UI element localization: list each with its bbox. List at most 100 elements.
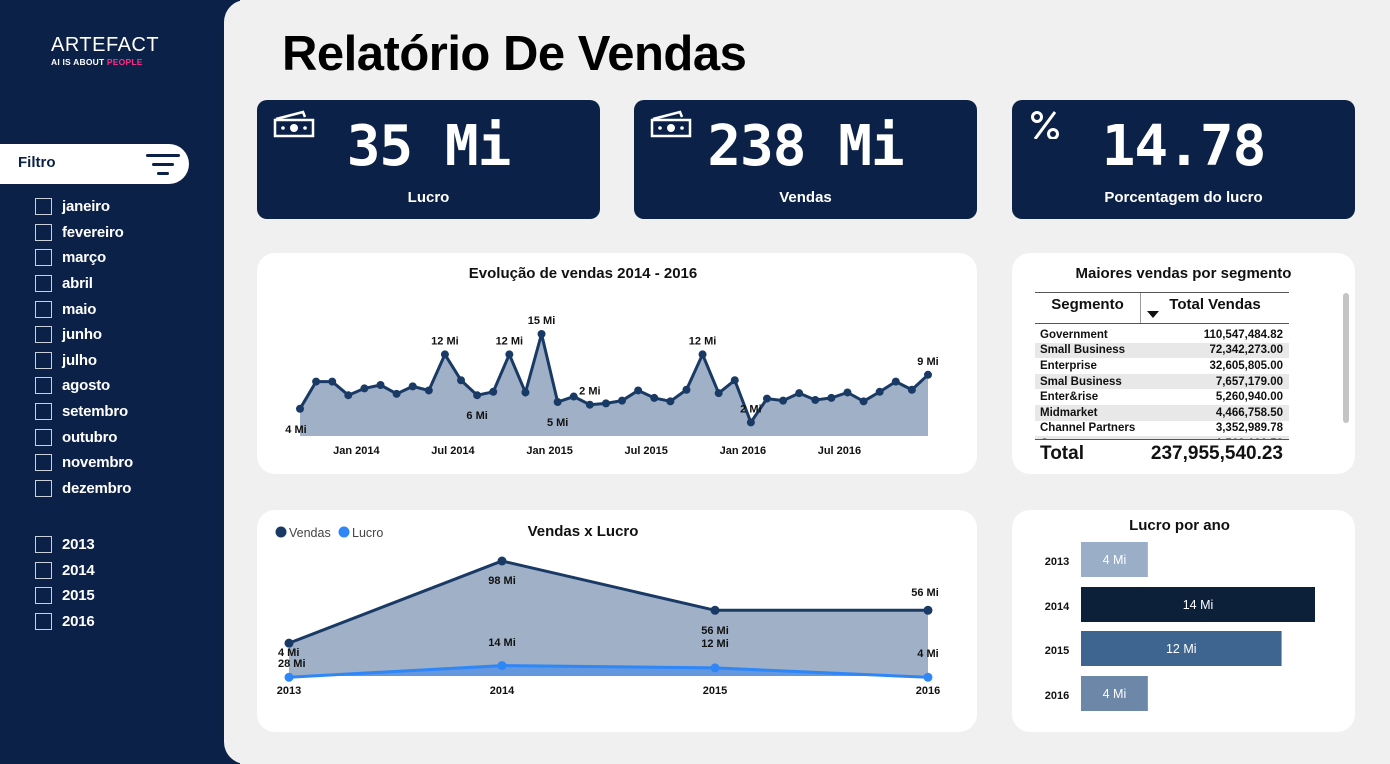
filter-option-maio[interactable]: maio xyxy=(35,296,133,322)
filter-option-janeiro[interactable]: janeiro xyxy=(35,194,133,220)
filter-option-label: agosto xyxy=(62,377,110,395)
kpi-porcentagem: 14.78 Porcentagem do lucro xyxy=(1012,100,1355,219)
data-point xyxy=(296,404,304,413)
checkbox[interactable] xyxy=(35,275,52,293)
artefact-logo: ARTEFACT xyxy=(51,34,160,56)
filter-option-label: setembro xyxy=(62,403,128,421)
checkbox[interactable] xyxy=(35,198,52,216)
table-title: Maiores vendas por segmento xyxy=(1075,265,1292,282)
checkbox[interactable] xyxy=(35,300,52,318)
table-header: Segmento Total Vendas xyxy=(1035,292,1289,324)
kpi-lucro: 35 Mi Lucro xyxy=(257,100,600,219)
filter-option-label: 2013 xyxy=(62,536,95,554)
data-point xyxy=(650,393,659,402)
table-row[interactable]: Enterprise 32,605,805.00 xyxy=(1035,358,1289,374)
data-point xyxy=(569,392,578,401)
sales-evolution-card: Evolução de vendas 2014 - 2016 Jan 2014 J… xyxy=(257,253,977,474)
x-tick-label: 2015 xyxy=(703,685,727,697)
filter-option-março[interactable]: março xyxy=(35,245,133,271)
data-point xyxy=(682,385,691,394)
data-label: 2 Mi xyxy=(579,386,600,398)
data-point xyxy=(601,399,610,408)
filter-option-2014[interactable]: 2014 xyxy=(35,558,95,584)
data-point xyxy=(795,389,804,398)
legend-label-lucro: Lucro xyxy=(352,526,383,540)
column-header-total-vendas[interactable]: Total Vendas xyxy=(1140,293,1289,323)
table-row[interactable]: Midmarket 4,466,758.50 xyxy=(1035,404,1289,421)
kpi-label: Lucro xyxy=(407,189,450,206)
lucro-point xyxy=(497,661,507,671)
cell-segment: Government xyxy=(1035,438,1140,439)
x-tick-label: 2013 xyxy=(277,685,301,697)
data-point xyxy=(521,388,530,397)
checkbox[interactable] xyxy=(35,479,52,497)
table-row[interactable]: Government1,563,106.53 xyxy=(1035,436,1289,439)
checkbox[interactable] xyxy=(35,454,52,472)
table-total-row: Total 237,955,540.23 xyxy=(1035,439,1289,467)
filter-option-label: abril xyxy=(62,275,93,293)
filter-option-label: fevereiro xyxy=(62,223,124,241)
filter-option-2013[interactable]: 2013 xyxy=(35,532,95,558)
filter-option-dezembro[interactable]: dezembro xyxy=(35,476,133,502)
filter-option-label: janeiro xyxy=(62,198,110,216)
cell-segment: Midmarket xyxy=(1040,406,1098,419)
checkbox[interactable] xyxy=(35,249,52,267)
table-row[interactable]: Small Business 72,342,273.00 xyxy=(1035,342,1289,359)
checkbox[interactable] xyxy=(35,326,52,344)
filter-option-2015[interactable]: 2015 xyxy=(35,583,95,609)
sidebar: ARTEFACT AI IS ABOUT PEOPLE Filtro janei… xyxy=(0,0,240,764)
checkbox[interactable] xyxy=(35,561,52,579)
data-point xyxy=(779,396,788,405)
bar-label: 4 Mi xyxy=(1103,687,1127,701)
data-label: 12 Mi xyxy=(689,335,717,347)
checkbox[interactable] xyxy=(35,223,52,241)
cell-segment: Enterprise xyxy=(1040,359,1097,372)
data-point xyxy=(698,350,707,359)
filter-option-novembro[interactable]: novembro xyxy=(35,450,133,476)
cell-total: 4,466,758.50 xyxy=(1215,406,1283,419)
filter-option-setembro[interactable]: setembro xyxy=(35,399,133,425)
cell-segment: Smal Business xyxy=(1040,375,1122,388)
sales-evolution-chart: Jan 2014 Jul 2014 Jan 2015 Jul 2015 Jan 2016… xyxy=(285,315,938,457)
table-row[interactable]: Smal Business 7,657,179.00 xyxy=(1035,373,1289,390)
column-header-segmento[interactable]: Segmento xyxy=(1035,293,1140,323)
vendas-area xyxy=(289,561,928,676)
filter-option-outubro[interactable]: outubro xyxy=(35,424,133,450)
filter-option-2016[interactable]: 2016 xyxy=(35,609,95,635)
table-row[interactable]: Channel Partners 3,352,989.78 xyxy=(1035,421,1289,437)
checkbox[interactable] xyxy=(35,613,52,631)
lucro-label: 12 Mi xyxy=(701,638,729,650)
profit-by-year-chart: 4 Mi 2013 14 Mi 2014 12 Mi 2015 4 Mi 2016 xyxy=(1045,542,1315,711)
checkbox[interactable] xyxy=(35,428,52,446)
vendas-point xyxy=(923,605,933,615)
checkbox[interactable] xyxy=(35,351,52,369)
filter-option-label: 2014 xyxy=(62,561,95,579)
filter-option-label: junho xyxy=(62,326,102,344)
kpi-label: Porcentagem do lucro xyxy=(1104,189,1263,206)
data-label: 5 Mi xyxy=(547,417,568,429)
filter-option-agosto[interactable]: agosto xyxy=(35,373,133,399)
data-point xyxy=(746,418,755,427)
table-row[interactable]: Enter&rise 5,260,940.00 xyxy=(1035,389,1289,405)
data-point xyxy=(505,350,514,359)
filter-option-fevereiro[interactable]: fevereiro xyxy=(35,220,133,246)
year-filter-list: 2013 2014 2015 2016 xyxy=(35,532,95,634)
checkbox[interactable] xyxy=(35,536,52,554)
bar-label: 12 Mi xyxy=(1166,642,1197,656)
checkbox[interactable] xyxy=(35,587,52,605)
table-scrollbar[interactable] xyxy=(1343,293,1349,423)
table-row[interactable]: Government 110,547,484.82 xyxy=(1035,327,1289,343)
filter-icon[interactable] xyxy=(146,153,180,177)
filter-header[interactable]: Filtro xyxy=(0,144,189,184)
data-label: 12 Mi xyxy=(431,335,459,347)
filter-option-julho[interactable]: julho xyxy=(35,348,133,374)
data-label: 9 Mi xyxy=(917,356,938,368)
checkbox[interactable] xyxy=(35,377,52,395)
filter-option-abril[interactable]: abril xyxy=(35,271,133,297)
checkbox[interactable] xyxy=(35,403,52,421)
data-point xyxy=(440,350,449,359)
sort-desc-icon[interactable] xyxy=(1147,311,1159,318)
data-point xyxy=(811,395,820,404)
filter-option-junho[interactable]: junho xyxy=(35,322,133,348)
filter-option-label: outubro xyxy=(62,428,118,446)
